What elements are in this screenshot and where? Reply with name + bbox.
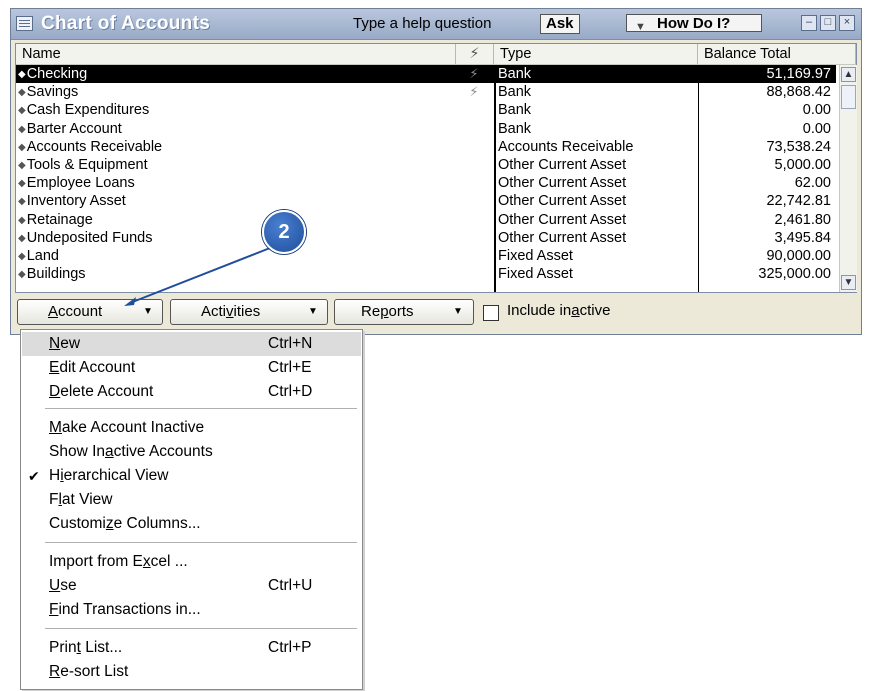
menu-item-label: Hierarchical View xyxy=(49,467,169,484)
menu-shortcut: Ctrl+U xyxy=(268,577,313,594)
menu-shortcut: Ctrl+E xyxy=(268,359,312,376)
menu-shortcut: Ctrl+N xyxy=(268,335,313,352)
menu-shortcut: Ctrl+P xyxy=(268,639,312,656)
step-number-badge: 2 xyxy=(262,210,306,254)
menu-item-label: Edit Account xyxy=(49,359,136,376)
menu-item-label: Show Inactive Accounts xyxy=(49,443,213,460)
menu-item-label: Customize Columns... xyxy=(49,515,201,532)
menu-item-label: Find Transactions in... xyxy=(49,601,201,618)
menu-item[interactable]: Re-sort List xyxy=(22,660,361,684)
menu-separator xyxy=(45,408,357,409)
menu-item-label: New xyxy=(49,335,81,352)
menu-item-label: Use xyxy=(49,577,77,594)
account-dropdown-menu: New Ctrl+N Edit Account Ctrl+E Delete Accoun… xyxy=(20,329,363,690)
menu-item[interactable]: Flat View xyxy=(22,488,361,512)
menu-item[interactable]: Find Transactions in... xyxy=(22,598,361,622)
menu-item[interactable]: Print List... Ctrl+P xyxy=(22,636,361,660)
menu-item-label: Re-sort List xyxy=(49,663,129,680)
menu-item[interactable]: Use Ctrl+U xyxy=(22,574,361,598)
menu-shortcut: Ctrl+D xyxy=(268,383,313,400)
menu-item[interactable]: Import from Excel ... xyxy=(22,550,361,574)
menu-separator xyxy=(45,542,357,543)
menu-item[interactable]: Customize Columns... xyxy=(22,512,361,536)
menu-item-label: Import from Excel ... xyxy=(49,553,188,570)
menu-item-label: Flat View xyxy=(49,491,113,508)
menu-separator xyxy=(45,628,357,629)
menu-item-label: Make Account Inactive xyxy=(49,419,205,436)
menu-item[interactable]: New Ctrl+N xyxy=(22,332,361,356)
menu-item[interactable]: Edit Account Ctrl+E xyxy=(22,356,361,380)
menu-item[interactable]: Delete Account Ctrl+D xyxy=(22,380,361,404)
menu-item-label: Delete Account xyxy=(49,383,154,400)
menu-item[interactable]: Show Inactive Accounts xyxy=(22,440,361,464)
menu-item[interactable]: Make Account Inactive xyxy=(22,416,361,440)
checkmark-icon: ✔ xyxy=(28,468,40,484)
menu-item[interactable]: ✔ Hierarchical View xyxy=(22,464,361,488)
menu-item-label: Print List... xyxy=(49,639,123,656)
